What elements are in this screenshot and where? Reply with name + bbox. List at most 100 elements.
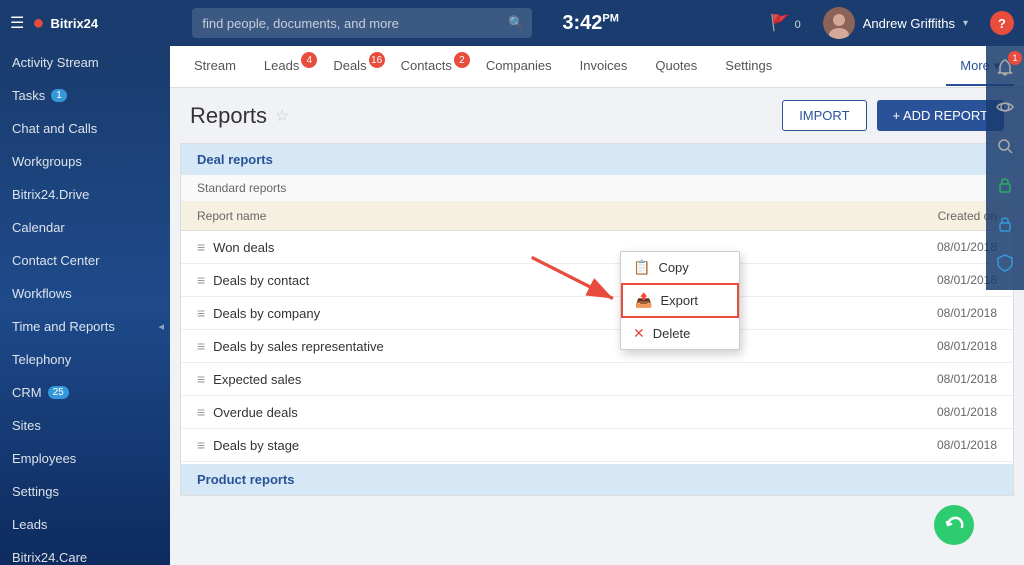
sidebar-item-employees[interactable]: Employees [0, 442, 170, 475]
right-icon-bar: 1 [986, 46, 1024, 290]
topbar-icons: 🚩 0 Andrew Griffiths ▾ ? [770, 7, 1014, 39]
sidebar-label-crm: CRM [12, 385, 42, 400]
sidebar-item-crm[interactable]: CRM 25 [0, 376, 170, 409]
sidebar-item-calendar[interactable]: Calendar [0, 211, 170, 244]
nav-tabs: Stream Leads 4 Deals 16 Contacts 2 Compa… [170, 46, 1024, 88]
main-layout: Activity Stream Tasks 1 Chat and Calls W… [0, 46, 1024, 565]
col-created-on: Created on [877, 209, 997, 223]
table-row: ≡ Deals by company 08/01/2018 [181, 297, 1013, 330]
table-header: Report name Created on [181, 202, 1013, 231]
row-menu-icon[interactable]: ≡ [197, 338, 205, 354]
sidebar-item-workgroups[interactable]: Workgroups [0, 145, 170, 178]
tab-contacts[interactable]: Contacts 2 [387, 48, 472, 85]
report-name[interactable]: Deals by contact [213, 273, 877, 288]
help-button[interactable]: ? [990, 11, 1014, 35]
report-date: 08/01/2018 [877, 438, 997, 452]
import-button[interactable]: IMPORT [782, 100, 866, 131]
page-title-wrap: Reports ☆ [190, 103, 289, 129]
tab-companies[interactable]: Companies [472, 48, 566, 85]
user-profile[interactable]: Andrew Griffiths ▾ [823, 7, 968, 39]
flag-icon[interactable]: 🚩 0 [770, 13, 801, 33]
sidebar-item-sites[interactable]: Sites [0, 409, 170, 442]
row-menu-icon[interactable]: ≡ [197, 404, 205, 420]
copy-label: Copy [658, 260, 688, 275]
tab-invoices[interactable]: Invoices [566, 48, 642, 85]
lock-green-icon[interactable] [991, 171, 1019, 204]
tab-settings[interactable]: Settings [711, 48, 786, 85]
tab-quotes[interactable]: Quotes [641, 48, 711, 85]
report-name[interactable]: Overdue deals [213, 405, 877, 420]
notification-bell-icon[interactable]: 1 [991, 54, 1019, 87]
sidebar-item-activity-stream[interactable]: Activity Stream [0, 46, 170, 79]
row-menu-icon[interactable]: ≡ [197, 272, 205, 288]
context-copy[interactable]: 📋 Copy [621, 252, 739, 283]
sidebar-item-contact-center[interactable]: Contact Center [0, 244, 170, 277]
report-date: 08/01/2018 [877, 339, 997, 353]
table-row: ≡ Overdue deals 08/01/2018 [181, 396, 1013, 429]
table-row: ≡ Expected sales 08/01/2018 [181, 363, 1013, 396]
report-name[interactable]: Expected sales [213, 372, 877, 387]
favorite-icon[interactable]: ☆ [275, 106, 289, 126]
report-name[interactable]: Deals by company [213, 306, 877, 321]
logo-text: Bitrix24 [50, 16, 98, 31]
sidebar-item-telephony[interactable]: Telephony [0, 343, 170, 376]
standard-reports-label: Standard reports [181, 175, 1013, 202]
expand-icon: ◂ [158, 320, 164, 333]
sidebar-item-workflows[interactable]: Workflows [0, 277, 170, 310]
shield-icon[interactable] [991, 249, 1019, 282]
context-delete[interactable]: ✕ Delete [621, 318, 739, 349]
sidebar-item-leads[interactable]: Leads [0, 508, 170, 541]
tasks-badge: 1 [51, 89, 67, 102]
sidebar-item-time-reports[interactable]: Time and Reports ◂ [0, 310, 170, 343]
sidebar-item-care[interactable]: Bitrix24.Care [0, 541, 170, 565]
row-menu-icon[interactable]: ≡ [197, 371, 205, 387]
row-menu-icon[interactable]: ≡ [197, 305, 205, 321]
add-report-button[interactable]: + ADD REPORT [877, 100, 1004, 131]
search-icon[interactable]: 🔍 [508, 15, 524, 31]
context-menu: 📋 Copy 📤 Export ✕ Delete [620, 251, 740, 350]
sidebar-item-drive[interactable]: Bitrix24.Drive [0, 178, 170, 211]
sidebar-item-chat[interactable]: Chat and Calls [0, 112, 170, 145]
sidebar-label-drive: Bitrix24.Drive [12, 187, 89, 202]
deals-badge: 16 [369, 52, 385, 68]
report-name[interactable]: Deals by sales representative [213, 339, 877, 354]
row-menu-icon[interactable]: ≡ [197, 239, 205, 255]
context-export[interactable]: 📤 Export [621, 283, 739, 318]
hamburger-icon[interactable]: ☰ [10, 13, 24, 33]
green-action-button[interactable] [934, 505, 974, 545]
content-area: Stream Leads 4 Deals 16 Contacts 2 Compa… [170, 46, 1024, 565]
header-actions: IMPORT + ADD REPORT [782, 100, 1004, 131]
table-row: ≡ Deals by sales representative 08/01/20… [181, 330, 1013, 363]
search-right-icon[interactable] [991, 132, 1019, 165]
report-date: 08/01/2018 [877, 405, 997, 419]
user-name: Andrew Griffiths [863, 16, 955, 31]
contacts-badge: 2 [454, 52, 470, 68]
sidebar-label-telephony: Telephony [12, 352, 71, 367]
tab-deals[interactable]: Deals 16 [319, 48, 386, 85]
sidebar-label-settings: Settings [12, 484, 59, 499]
eye-icon[interactable] [991, 93, 1019, 126]
row-menu-icon[interactable]: ≡ [197, 437, 205, 453]
sidebar-label-workflows: Workflows [12, 286, 72, 301]
page-title: Reports [190, 103, 267, 129]
delete-icon: ✕ [633, 325, 645, 342]
report-name[interactable]: Won deals [213, 240, 877, 255]
sidebar-label-time-reports: Time and Reports [12, 319, 115, 334]
user-dropdown-icon: ▾ [963, 18, 968, 29]
lock-blue-icon[interactable] [991, 210, 1019, 243]
sidebar-item-tasks[interactable]: Tasks 1 [0, 79, 170, 112]
report-name[interactable]: Deals by stage [213, 438, 877, 453]
product-reports-header: Product reports [181, 464, 1013, 495]
tab-leads[interactable]: Leads 4 [250, 48, 319, 85]
tab-stream[interactable]: Stream [180, 48, 250, 85]
deal-reports-header: Deal reports [181, 144, 1013, 175]
search-input[interactable] [192, 8, 532, 38]
sidebar-label-calendar: Calendar [12, 220, 65, 235]
sidebar-label-leads: Leads [12, 517, 47, 532]
report-date: 08/01/2018 [877, 240, 997, 254]
page-header: Reports ☆ IMPORT + ADD REPORT [170, 88, 1024, 143]
sidebar-item-settings[interactable]: Settings [0, 475, 170, 508]
report-date: 08/01/2018 [877, 273, 997, 287]
sidebar-label-contact-center: Contact Center [12, 253, 99, 268]
logo: ● Bitrix24 [32, 12, 192, 35]
